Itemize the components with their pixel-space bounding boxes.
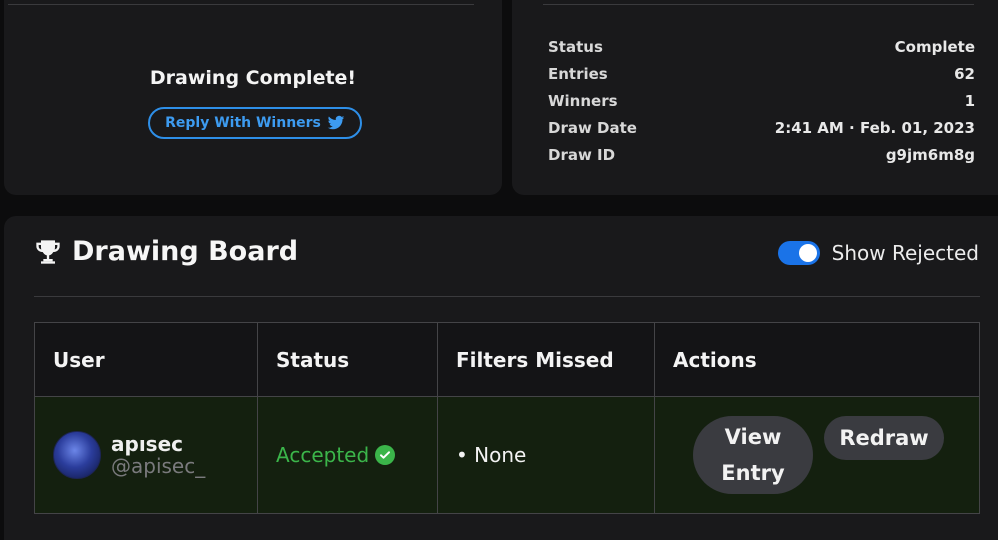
stat-value: 2:41 AM · Feb. 01, 2023 [774, 118, 975, 137]
status-cell: Accepted [257, 396, 438, 514]
stat-label: Draw Date [548, 118, 637, 137]
drawing-board-card: Drawing Board Show Rejected User Status … [4, 216, 998, 540]
stat-value: g9jm6m8g [885, 145, 975, 164]
stat-label: Status [548, 37, 603, 56]
stat-value: Complete [894, 37, 975, 56]
view-entry-label-line2: Entry [721, 461, 785, 485]
avatar[interactable] [53, 431, 101, 479]
drawing-board-table: User Status Filters Missed Actions apıse… [34, 322, 980, 514]
divider [543, 4, 974, 5]
stat-row-draw-date: Draw Date 2:41 AM · Feb. 01, 2023 [548, 114, 975, 141]
show-rejected-toggle[interactable] [777, 241, 820, 265]
filters-missed-cell: • None [437, 396, 655, 514]
status-badge: Accepted [276, 443, 419, 467]
reply-with-winners-button[interactable]: Reply With Winners [148, 107, 362, 139]
stat-label: Draw ID [548, 145, 616, 164]
trophy-icon [36, 239, 60, 264]
show-rejected-label: Show Rejected [831, 241, 979, 265]
page: Drawing Complete! Reply With Winners Sta… [0, 0, 998, 540]
view-entry-label-line1: View [724, 425, 782, 449]
summary-card: Drawing Complete! Reply With Winners [4, 0, 502, 195]
column-header-filters-missed: Filters Missed [437, 322, 655, 397]
column-header-actions: Actions [654, 322, 980, 397]
drawing-complete-title: Drawing Complete! [149, 67, 357, 89]
redraw-button[interactable]: Redraw [824, 416, 944, 460]
actions-cell: View Entry Redraw [654, 396, 980, 514]
divider [8, 4, 474, 5]
check-circle-icon [375, 445, 396, 465]
column-header-user: User [34, 322, 258, 397]
toggle-knob [798, 244, 817, 262]
user-cell: apısec @apisec_ [34, 396, 258, 514]
reply-button-label: Reply With Winners [165, 115, 321, 131]
show-rejected-control: Show Rejected [777, 241, 979, 265]
user-handle[interactable]: @apisec_ [111, 455, 205, 477]
stat-label: Winners [548, 91, 618, 110]
stat-row-winners: Winners 1 [548, 87, 975, 114]
stat-label: Entries [548, 64, 608, 83]
table-row: apısec @apisec_ Accepted • None View Ent… [34, 396, 980, 514]
stat-value: 62 [954, 64, 975, 83]
status-text: Accepted [276, 443, 370, 467]
column-header-status: Status [257, 322, 438, 397]
stat-row-draw-id: Draw ID g9jm6m8g [548, 141, 975, 168]
stat-value: 1 [964, 91, 975, 110]
stats-list: Status Complete Entries 62 Winners 1 Dra… [548, 33, 975, 168]
board-header: Drawing Board [34, 236, 298, 267]
username[interactable]: apısec [111, 433, 205, 455]
twitter-icon [327, 115, 345, 130]
board-title: Drawing Board [72, 236, 299, 267]
divider [34, 296, 980, 297]
stat-row-status: Status Complete [548, 33, 975, 60]
stats-card: Status Complete Entries 62 Winners 1 Dra… [512, 0, 998, 195]
view-entry-button[interactable]: View Entry [693, 416, 813, 494]
stat-row-entries: Entries 62 [548, 60, 975, 87]
table-header-row: User Status Filters Missed Actions [34, 322, 980, 397]
